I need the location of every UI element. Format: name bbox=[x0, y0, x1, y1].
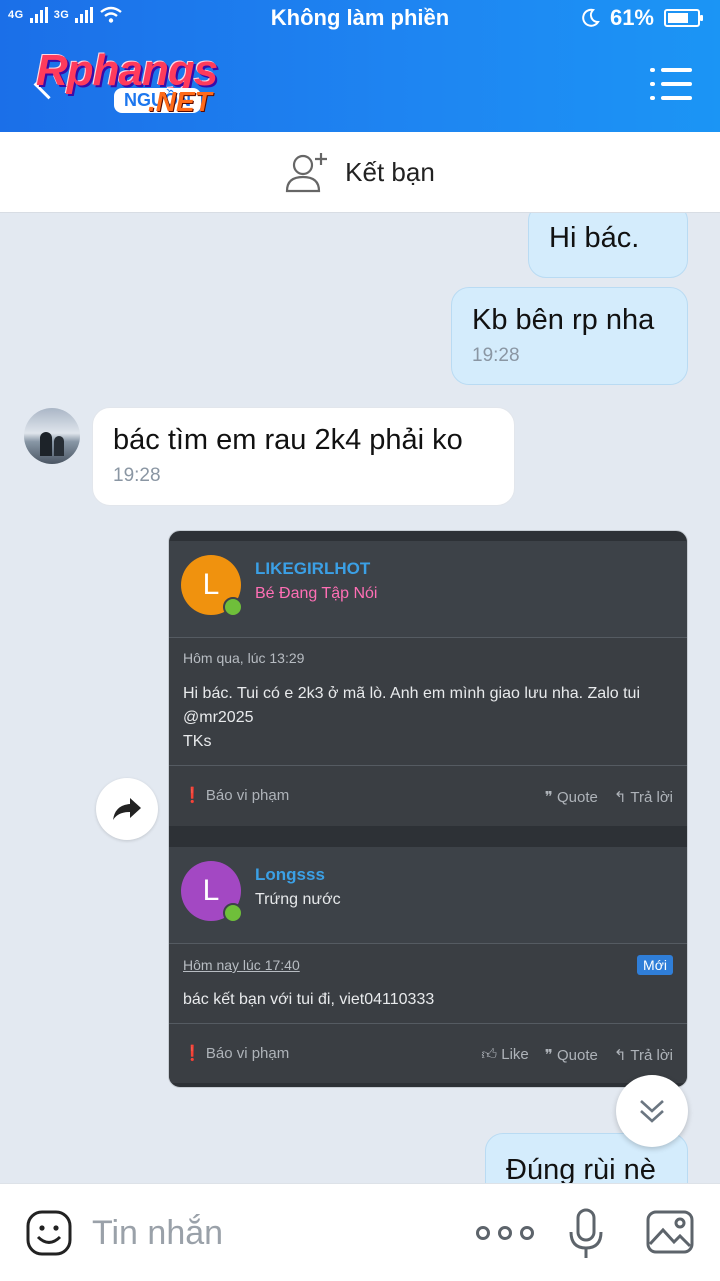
status-right: 61% bbox=[580, 5, 703, 31]
alert-icon: ❗ bbox=[183, 1045, 202, 1062]
status-bar: 4G 3G Không làm phiền 61% bbox=[0, 0, 720, 36]
reply-link: ↰ Trả lời bbox=[613, 1047, 673, 1064]
message-text: bác tìm em rau 2k4 phải ko bbox=[113, 424, 463, 456]
post-avatar: L bbox=[181, 861, 243, 923]
message-text: Hi bác. bbox=[549, 222, 640, 254]
app-header: 4G 3G Không làm phiền 61% Rphangs NGUỒN … bbox=[0, 0, 720, 132]
post-user-role: Bé Đang Tập Nói bbox=[255, 585, 378, 602]
post-header: L Longsss Trứng nước bbox=[169, 847, 687, 944]
post-actions: ❞ Quote ↰ Trả lời bbox=[545, 788, 673, 806]
forum-post-1: L LIKEGIRLHOT Bé Đang Tập Nói Hôm qua, l… bbox=[169, 541, 687, 826]
add-friend-button[interactable]: Kết bạn bbox=[0, 132, 720, 213]
message-bubble-out[interactable]: Hi bác. bbox=[528, 213, 688, 278]
post-actions: 👍︎ Like ❞ Quote ↰ Trả lời bbox=[481, 1046, 673, 1064]
post-footer: ❗ Báo vi phạm ❞ Quote ↰ Trả lời bbox=[169, 765, 687, 826]
forward-arrow-icon bbox=[113, 798, 141, 820]
report-link: ❗ Báo vi phạm bbox=[183, 1045, 290, 1062]
add-friend-label: Kết bạn bbox=[345, 156, 435, 187]
quote-icon: ❞ bbox=[544, 1047, 553, 1064]
battery-icon bbox=[664, 9, 703, 27]
battery-percent: 61% bbox=[609, 5, 654, 30]
message-time: 19:28 bbox=[113, 465, 161, 486]
post-avatar-letter: L bbox=[202, 874, 220, 907]
double-chevron-down-icon bbox=[640, 1100, 664, 1123]
message-text: Kb bên rp nha bbox=[472, 304, 655, 336]
post-body-line: TKs bbox=[183, 733, 212, 750]
post-body-line: @mr2025 bbox=[183, 709, 254, 726]
report-link: ❗ Báo vi phạm bbox=[183, 787, 290, 804]
post-footer: ❗ Báo vi phạm 👍︎ Like ❞ Quote ↰ Trả lời bbox=[169, 1023, 687, 1084]
site-logo[interactable]: Rphangs NGUỒN .NET bbox=[36, 46, 266, 126]
post-body: bác kết bạn với tui đi, viet04110333 bbox=[183, 991, 435, 1008]
moon-icon bbox=[582, 8, 600, 27]
scroll-down-button[interactable] bbox=[616, 1075, 688, 1147]
reply-link: ↰ Trả lời bbox=[613, 789, 673, 806]
post-date: Hôm nay lúc 17:40 bbox=[183, 957, 300, 973]
image-gallery-icon[interactable] bbox=[646, 1210, 694, 1254]
menu-icon[interactable] bbox=[650, 68, 692, 100]
post-header: L LIKEGIRLHOT Bé Đang Tập Nói bbox=[169, 541, 687, 638]
post-username: LIKEGIRLHOT bbox=[255, 559, 371, 578]
message-bubble-out[interactable]: Kb bên rp nha 19:28 bbox=[451, 287, 688, 385]
message-input-bar: Tin nhắn bbox=[0, 1183, 720, 1281]
forward-button[interactable] bbox=[96, 778, 158, 840]
online-status-icon bbox=[223, 903, 243, 923]
post-date: Hôm qua, lúc 13:29 bbox=[183, 650, 305, 666]
like-link: 👍︎ Like bbox=[481, 1046, 529, 1063]
online-status-icon bbox=[223, 597, 243, 617]
post-user-role: Trứng nước bbox=[255, 891, 341, 908]
emoji-icon[interactable] bbox=[26, 1210, 72, 1256]
new-badge: Mới bbox=[637, 955, 673, 975]
quote-icon: ❞ bbox=[544, 789, 553, 806]
quote-link: ❞ Quote bbox=[544, 1047, 598, 1064]
microphone-icon[interactable] bbox=[568, 1208, 604, 1260]
alert-icon: ❗ bbox=[183, 787, 202, 804]
quote-link: ❞ Quote bbox=[544, 789, 598, 806]
chat-area[interactable]: Hi bác. Kb bên rp nha 19:28 bác tìm em r… bbox=[0, 213, 720, 1183]
reply-icon: ↰ bbox=[613, 789, 627, 806]
thumbs-up-icon: 👍︎ bbox=[481, 1046, 498, 1063]
reply-icon: ↰ bbox=[613, 1047, 627, 1064]
message-time: 19:28 bbox=[472, 345, 520, 366]
message-text: Đúng rùi nè bbox=[506, 1154, 656, 1183]
post-body: Hi bác. Tui có e 2k3 ở mã lò. Anh em mìn… bbox=[183, 682, 673, 754]
shared-image[interactable]: L LIKEGIRLHOT Bé Đang Tập Nói Hôm qua, l… bbox=[168, 530, 688, 1088]
add-user-icon bbox=[286, 153, 328, 193]
post-body-line: Hi bác. Tui có e 2k3 ở mã lò. Anh em mìn… bbox=[183, 685, 640, 702]
post-username: Longsss bbox=[255, 865, 325, 884]
forum-post-2: L Longsss Trứng nước Hôm nay lúc 17:40 M… bbox=[169, 847, 687, 1083]
post-avatar: L bbox=[181, 555, 243, 617]
contact-avatar[interactable] bbox=[24, 408, 80, 464]
message-input[interactable]: Tin nhắn bbox=[92, 1214, 223, 1253]
post-avatar-letter: L bbox=[202, 568, 220, 601]
logo-net-text: .NET bbox=[148, 86, 212, 117]
more-options-icon[interactable] bbox=[476, 1226, 534, 1240]
message-bubble-in[interactable]: bác tìm em rau 2k4 phải ko 19:28 bbox=[92, 407, 515, 506]
